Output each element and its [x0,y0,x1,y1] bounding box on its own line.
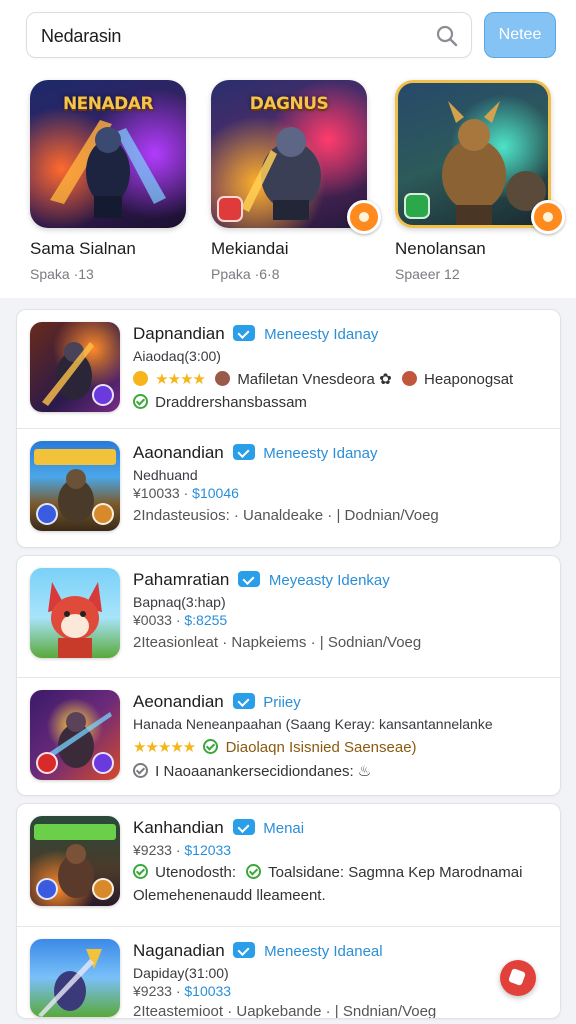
game-subtitle: Dapiday(31:00) [133,965,229,981]
game-list-card: Dapnandian Meneesty Idanay Aiaodaq(3:00)… [16,309,561,548]
meta-right-text: Heaponogsat [423,371,514,388]
featured-game-art[interactable]: NENADAR [30,80,186,228]
warrior-illustration [50,120,166,218]
game-badge-icon [404,193,430,219]
price-old: ¥9233 · [133,983,185,999]
publisher-link[interactable]: Meneesty Idanay [263,445,377,462]
price-current: $12033 [184,842,232,858]
featured-subtitle: Ppaka ·6·8 [211,266,280,282]
game-badge-icon [217,196,243,222]
list-item[interactable]: Kanhandian Menai ¥9233 · $12033 Utenodos… [17,804,560,922]
game-subtitle: Aiaodaq(3:00) [133,348,221,364]
game-list-card: Pahamratian Meyeasty Idenkay Bapnaq(3:ha… [16,555,561,796]
game-footer: 2Iteastemioot · Uapkebande · | Sndnian/V… [133,1003,437,1019]
game-footer: Draddrershansbassam [155,394,307,411]
check-icon [133,763,148,778]
check-icon [133,864,148,879]
list-item[interactable]: Pahamratian Meyeasty Idenkay Bapnaq(3:ha… [17,556,560,674]
check-icon [203,739,219,754]
featured-card[interactable]: NENADAR Sama Sialnan Spaka ·13 [30,80,186,282]
game-thumbnail[interactable] [30,816,120,906]
notification-badge-icon [531,200,565,234]
platform-badge-icon [92,878,114,900]
search-input[interactable]: Nedarasin [26,12,472,58]
price-old: ¥9233 · [133,842,185,858]
platform-badge-icon [36,503,58,525]
search-button[interactable]: Netee [484,12,556,58]
featured-title: Sama Sialnan [30,239,136,258]
publisher-link[interactable]: Meyeasty Idenkay [269,572,390,589]
game-thumbnail[interactable] [30,441,120,531]
list-item[interactable]: Dapnandian Meneesty Idanay Aiaodaq(3:00)… [17,310,560,428]
meta-text-2: Toalsidane: Sagmna Kep Marodnamai [268,864,523,881]
game-title[interactable]: Dapnandian [133,324,225,343]
verified-icon [232,819,255,835]
featured-title: Nenolansan [395,239,486,258]
search-icon[interactable] [435,24,459,48]
meta-text: Utenodosth: [155,864,237,881]
featured-card[interactable]: Nenolansan Spaeer 12 [395,80,565,282]
game-footer: I Naoaanankersecidiondanes: ♨ [155,763,372,780]
warrior-illustration [38,949,102,1017]
list-item[interactable]: Naganadian Meneesty Idaneal Dapiday(31:0… [17,926,560,1019]
platform-badge-icon [36,752,58,774]
verified-icon [233,325,256,341]
game-thumbnail[interactable] [30,939,120,1017]
platform-badge-icon [92,384,114,406]
game-thumbnail[interactable] [30,690,120,780]
featured-card[interactable]: DAGNUS Mekiandai Ppaka ·6·8 [211,80,381,282]
game-thumbnail[interactable] [30,568,120,658]
top-section: Nedarasin Netee NENADAR Sama Sialnan Spa… [0,0,576,298]
publisher-link[interactable]: Priiey [263,694,301,711]
featured-subtitle: Spaeer 12 [395,266,460,282]
game-thumbnail[interactable] [30,322,120,412]
price-current: $10033 [184,983,232,999]
notification-badge-icon [347,200,381,234]
game-subtitle: Nedhuand [133,467,198,483]
price-current: $:8255 [184,612,228,628]
game-list-card: Kanhandian Menai ¥9233 · $12033 Utenodos… [16,803,561,1019]
price-current: $10046 [192,485,239,501]
check-icon [133,394,148,409]
fox-character-illustration [48,582,102,658]
rating-stars: ★★★★★ [133,739,196,756]
meta-text: Diaolaqn Isisnied Saenseae) [225,739,417,756]
game-title[interactable]: Kanhandian [133,818,224,837]
check-icon [246,864,262,879]
rating-stars: ★★★★ [155,371,206,388]
avatar-icon [215,371,231,386]
game-subtitle: Hanada Neneanpaahan (Saang Keray: kansan… [133,716,493,732]
verified-icon [232,444,255,460]
search-input-value[interactable]: Nedarasin [41,26,121,47]
list-item[interactable]: Aeonandian Priiey Hanada Neneanpaahan (S… [17,677,560,795]
publisher-link[interactable]: Menai [263,820,304,837]
featured-title: Mekiandai [211,239,289,258]
game-footer: 2Indasteusios: · Uanaldeake · | Dodnian/… [133,507,439,524]
platform-badge-icon [36,878,58,900]
featured-game-art[interactable]: DAGNUS [211,80,381,234]
platform-badge-icon [92,752,114,774]
game-title[interactable]: Aeonandian [133,692,224,711]
publisher-link[interactable]: Meneesty Idanay [264,326,378,343]
platform-badge-icon [92,503,114,525]
avatar-icon [401,371,417,386]
game-subtitle: Bapnaq(3:hap) [133,594,226,610]
price-old: ¥0033 · [133,612,185,628]
verified-icon [232,693,255,709]
game-footer: Olemehenenaudd lleameent. [133,887,326,904]
price-old: ¥10033 · [133,485,193,501]
game-title[interactable]: Pahamratian [133,570,229,589]
verified-icon [233,942,256,958]
coin-icon [133,371,148,386]
featured-game-art[interactable] [395,80,565,234]
verified-icon [238,571,261,587]
meta-text: Mafiletan Vnesdeora ✿ [237,371,392,388]
game-footer: 2Iteasionleat · Napkeiems · | Sodnian/Vo… [133,634,422,651]
game-title[interactable]: Aaonandian [133,443,224,462]
publisher-link[interactable]: Meneesty Idaneal [264,943,382,960]
floating-action-button[interactable] [500,960,536,996]
list-item[interactable]: Aaonandian Meneesty Idanay Nedhuand ¥100… [17,428,560,547]
game-title[interactable]: Naganadian [133,941,225,960]
featured-subtitle: Spaka ·13 [30,266,94,282]
